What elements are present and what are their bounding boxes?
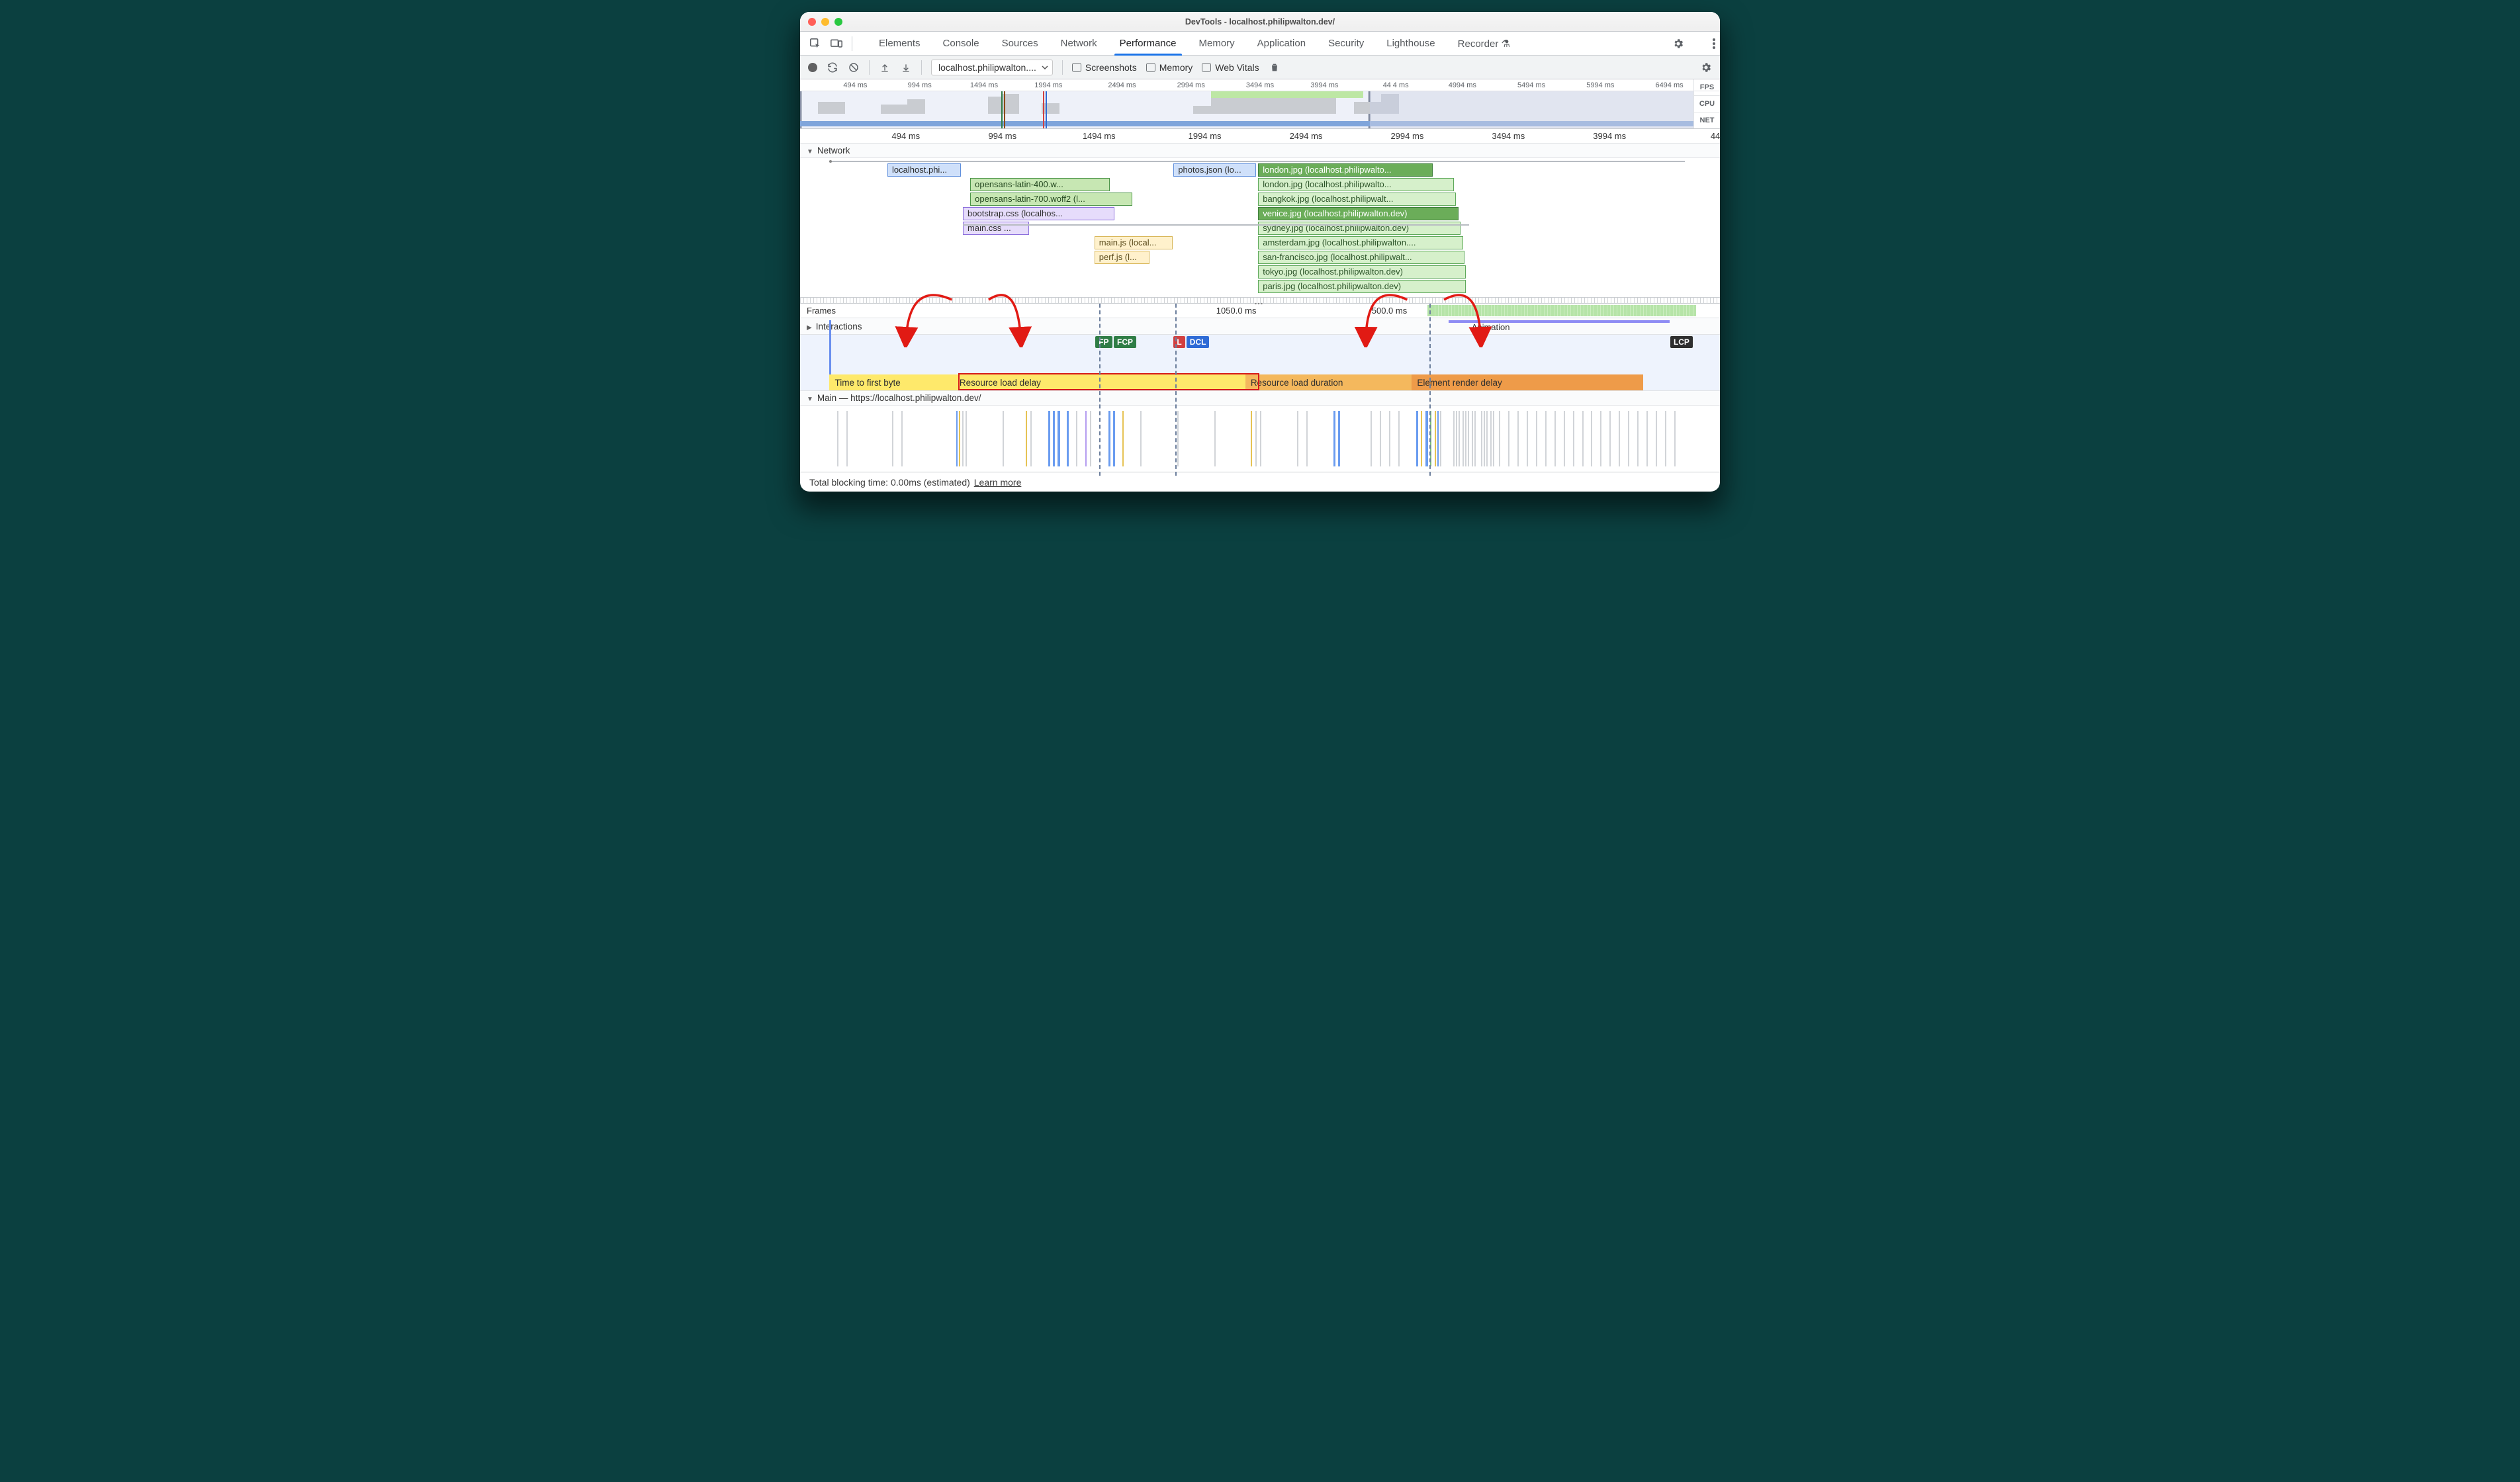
fp-badge[interactable]: FP: [1095, 336, 1112, 348]
network-request[interactable]: perf.js (l...: [1095, 251, 1149, 264]
devtools-window: DevTools - localhost.philipwalton.dev/ E…: [800, 12, 1720, 492]
timings-track[interactable]: FPFCPLDCLLCP Time to first byteResource …: [800, 335, 1720, 391]
main-thread-track[interactable]: [800, 406, 1720, 472]
lcp-ttfb: Time to first byte: [829, 374, 954, 390]
timeline-ruler[interactable]: 494 ms994 ms1494 ms1994 ms2494 ms2994 ms…: [800, 129, 1720, 144]
tab-network[interactable]: Network: [1059, 32, 1099, 55]
fcp-badge[interactable]: FCP: [1114, 336, 1136, 348]
trash-icon[interactable]: [1269, 62, 1281, 73]
lcp-res_dur: Resource load duration: [1245, 374, 1412, 390]
network-request[interactable]: main.js (local...: [1095, 236, 1173, 249]
tab-recorder[interactable]: Recorder ⚗: [1457, 32, 1511, 55]
network-section-header[interactable]: Network: [800, 144, 1720, 158]
tab-performance[interactable]: Performance: [1118, 32, 1178, 55]
highlight-box: [958, 373, 1259, 390]
network-lane[interactable]: localhost.phi... opensans-latin-400.w... o…: [800, 158, 1720, 297]
inspect-icon[interactable]: [809, 38, 821, 50]
more-icon[interactable]: [1708, 38, 1720, 50]
memory-checkbox[interactable]: Memory: [1146, 62, 1193, 73]
network-request[interactable]: tokyo.jpg (localhost.philipwalton.dev): [1258, 265, 1466, 279]
network-request[interactable]: amsterdam.jpg (localhost.philipwalton...…: [1258, 236, 1463, 249]
title-bar: DevTools - localhost.philipwalton.dev/: [800, 12, 1720, 32]
reload-icon[interactable]: [827, 62, 838, 73]
overview-cpu: CPU: [1694, 96, 1720, 112]
devtools-tabs: Elements Console Sources Network Performance…: [800, 32, 1720, 56]
clear-icon[interactable]: [848, 62, 860, 73]
status-bar: Total blocking time: 0.00ms (estimated) …: [800, 472, 1720, 492]
network-request[interactable]: localhost.phi...: [887, 163, 961, 177]
tab-console[interactable]: Console: [942, 32, 981, 55]
resize-grip[interactable]: [800, 297, 1720, 304]
tab-lighthouse[interactable]: Lighthouse: [1385, 32, 1436, 55]
panel-settings-icon[interactable]: [1700, 62, 1712, 73]
screenshots-checkbox[interactable]: Screenshots: [1072, 62, 1137, 73]
timeline-panel[interactable]: 494 ms994 ms1494 ms1994 ms2494 ms2994 ms…: [800, 129, 1720, 472]
perf-toolbar: localhost.philipwalton.... Screenshots M…: [800, 56, 1720, 79]
webvitals-checkbox[interactable]: Web Vitals: [1202, 62, 1259, 73]
network-request[interactable]: sydney.jpg (localhost.philipwalton.dev): [1258, 222, 1461, 235]
overview-ruler[interactable]: 494 ms994 ms1494 ms1994 ms2494 ms2994 ms…: [800, 79, 1720, 129]
network-request[interactable]: london.jpg (localhost.philipwalto...: [1258, 178, 1454, 191]
device-toolbar-icon[interactable]: [831, 38, 842, 50]
network-request[interactable]: london.jpg (localhost.philipwalto...: [1258, 163, 1433, 177]
learn-more-link[interactable]: Learn more: [974, 477, 1022, 488]
lcp-badge[interactable]: LCP: [1670, 336, 1693, 348]
dcl-badge[interactable]: DCL: [1187, 336, 1210, 348]
network-request[interactable]: paris.jpg (localhost.philipwalton.dev): [1258, 280, 1466, 293]
download-icon[interactable]: [900, 62, 912, 73]
interactions-section[interactable]: Interactions Animation: [800, 318, 1720, 335]
frames-track[interactable]: Frames 1050.0 ms500.0 ms: [800, 304, 1720, 318]
tab-application[interactable]: Application: [1256, 32, 1307, 55]
settings-icon[interactable]: [1672, 38, 1684, 50]
tbt-text: Total blocking time: 0.00ms (estimated): [809, 477, 970, 488]
overview-fps: FPS: [1694, 79, 1720, 96]
network-request[interactable]: bootstrap.css (localhos...: [963, 207, 1114, 220]
overview-net: NET: [1694, 112, 1720, 128]
tab-elements[interactable]: Elements: [878, 32, 922, 55]
lcp-render: Element render delay: [1412, 374, 1643, 390]
tab-security[interactable]: Security: [1327, 32, 1365, 55]
network-request[interactable]: san-francisco.jpg (localhost.philipwalt.…: [1258, 251, 1464, 264]
record-button[interactable]: [808, 63, 817, 72]
tab-sources[interactable]: Sources: [1001, 32, 1040, 55]
network-request[interactable]: opensans-latin-400.w...: [970, 178, 1110, 191]
upload-icon[interactable]: [879, 62, 891, 73]
network-request[interactable]: venice.jpg (localhost.philipwalton.dev): [1258, 207, 1459, 220]
tab-memory[interactable]: Memory: [1198, 32, 1236, 55]
network-request[interactable]: photos.json (lo...: [1173, 163, 1256, 177]
recording-selector[interactable]: localhost.philipwalton....: [931, 60, 1053, 75]
network-request[interactable]: main.css ...: [963, 222, 1029, 235]
network-request[interactable]: opensans-latin-700.woff2 (l...: [970, 193, 1132, 206]
window-title: DevTools - localhost.philipwalton.dev/: [800, 17, 1720, 26]
main-thread-header[interactable]: Main — https://localhost.philipwalton.de…: [800, 391, 1720, 406]
network-request[interactable]: bangkok.jpg (localhost.philipwalt...: [1258, 193, 1456, 206]
